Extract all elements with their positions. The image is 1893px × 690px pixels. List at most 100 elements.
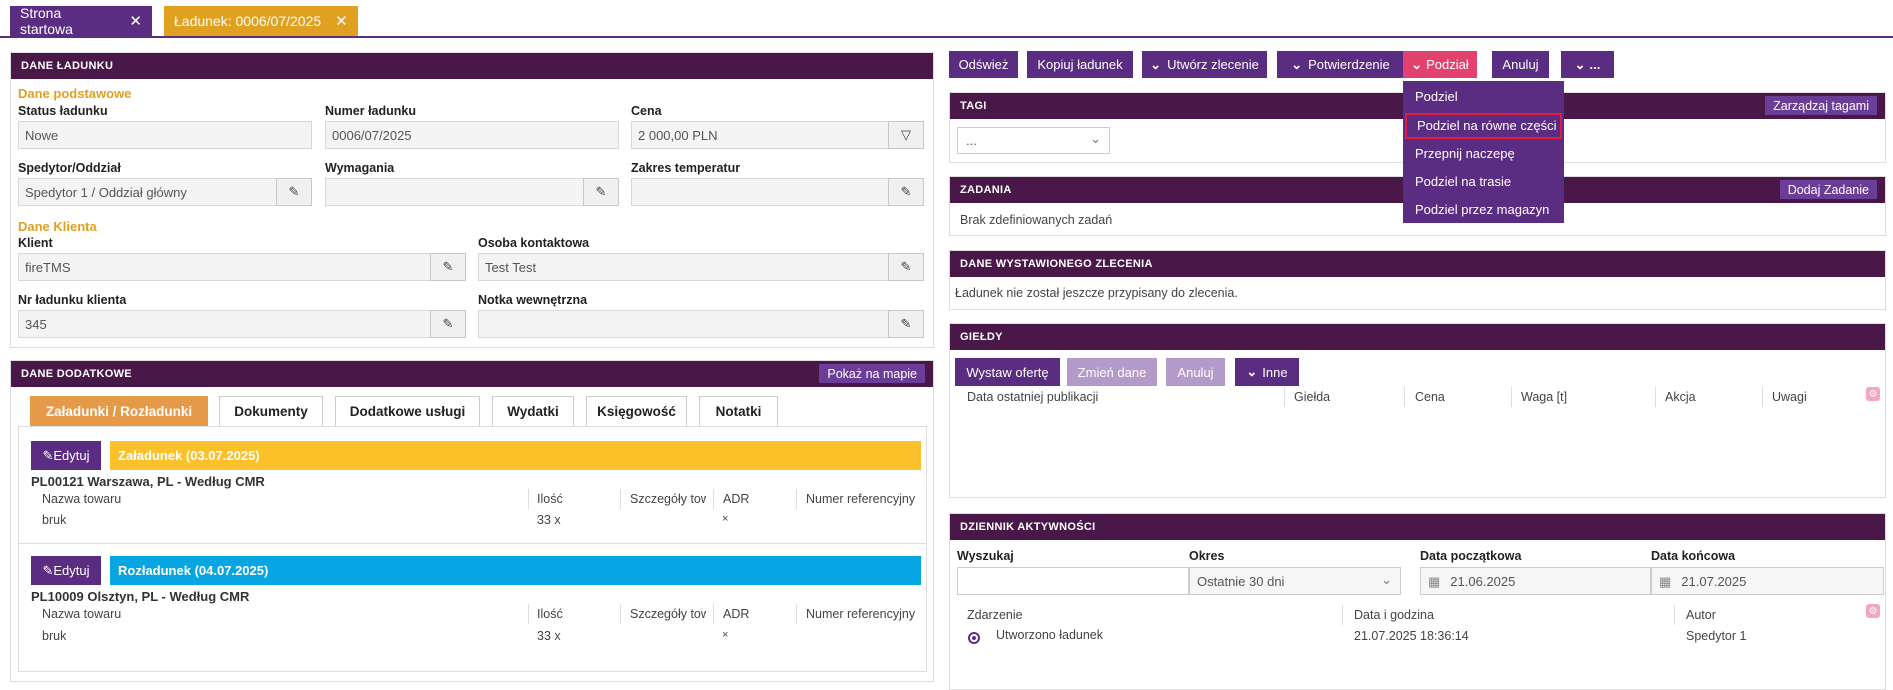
edit-unloading-button[interactable]: ✎ Edytuj [31, 556, 101, 585]
col-ref: Numer referencyjny [806, 492, 916, 506]
post-offer-button[interactable]: Wystaw ofertę [955, 358, 1060, 386]
divider [528, 489, 529, 509]
tab-services[interactable]: Dodatkowe usługi [335, 396, 480, 427]
divider [713, 604, 714, 624]
tab-load[interactable]: Ładunek: 0006/07/2025 ✕ [164, 6, 358, 36]
confirmation-button[interactable]: ⌄ Potwierdzenie [1277, 51, 1404, 78]
activity-panel: DZIENNIK AKTYWNOŚCI [949, 513, 1886, 690]
end-date-value: 21.07.2025 [1681, 574, 1747, 589]
client-number-field[interactable]: 345 [18, 310, 431, 338]
divider [796, 604, 797, 624]
edit-icon[interactable]: ✎ [430, 310, 466, 338]
menu-item-reattach-trailer[interactable]: Przepnij naczepę [1403, 141, 1564, 167]
divider [528, 604, 529, 624]
chevron-down-icon: ⌄ [1411, 56, 1423, 72]
end-date-field[interactable]: ▦ 21.07.2025 [1651, 567, 1884, 595]
edit-icon[interactable]: ✎ [430, 253, 466, 281]
tab-accounting[interactable]: Księgowość [586, 396, 687, 427]
tags-select-value: ... [966, 133, 977, 148]
add-task-button[interactable]: Dodaj Zadanie [1779, 180, 1877, 199]
temperature-label: Zakres temperatur [631, 161, 741, 175]
requirements-label: Wymagania [325, 161, 395, 175]
col-action: Akcja [1665, 390, 1696, 404]
client-field[interactable]: fireTMS [18, 253, 431, 281]
start-date-field[interactable]: ▦ 21.06.2025 [1420, 567, 1651, 595]
split-label: Podział [1426, 57, 1469, 72]
section-basic: Dane podstawowe [18, 86, 132, 101]
requirements-field[interactable] [325, 178, 584, 206]
unloading-item: bruk [42, 629, 67, 643]
contact-label: Osoba kontaktowa [478, 236, 590, 250]
edit-loading-button[interactable]: ✎ Edytuj [31, 441, 101, 470]
section-client: Dane Klienta [18, 219, 97, 234]
more-button[interactable]: ⌄... [1561, 51, 1614, 78]
loading-address: PL00121 Warszawa, PL - Według CMR [31, 474, 265, 489]
gear-icon[interactable]: ⚙ [1866, 387, 1880, 401]
close-icon[interactable]: ✕ [335, 12, 348, 30]
exchange-cancel-button[interactable]: Anuluj [1166, 358, 1225, 386]
tab-home[interactable]: Strona startowa ✕ [10, 5, 152, 37]
cancel-button[interactable]: Anuluj [1492, 51, 1549, 78]
edit-icon[interactable]: ✎ [276, 178, 312, 206]
spedytor-field[interactable]: Spedytor 1 / Oddział główny [18, 178, 277, 206]
edit-icon[interactable]: ✎ [583, 178, 619, 206]
manage-tags-button[interactable]: Zarządzaj tagami [1765, 96, 1877, 115]
price-label: Cena [631, 104, 662, 118]
number-label: Numer ładunku [325, 104, 416, 118]
gear-icon[interactable]: ⚙ [1866, 604, 1880, 618]
contact-field[interactable]: Test Test [478, 253, 889, 281]
other-button[interactable]: ⌄ Inne [1235, 358, 1299, 386]
divider [1404, 387, 1405, 407]
panel-title: ZADANIA [960, 184, 1012, 196]
menu-item-split-equal[interactable]: Podziel na równe części [1405, 113, 1562, 139]
note-label: Notka wewnętrzna [478, 293, 588, 307]
number-field[interactable]: 0006/07/2025 [325, 121, 619, 149]
show-map-button[interactable]: Pokaż na mapie [819, 364, 925, 383]
note-field[interactable] [478, 310, 889, 338]
unloading-address: PL10009 Olsztyn, PL - Według CMR [31, 589, 250, 604]
tab-home-label: Strona startowa [20, 5, 73, 37]
close-icon[interactable]: ✕ [129, 12, 142, 30]
menu-item-split-route[interactable]: Podziel na trasie [1403, 169, 1564, 195]
edit-icon[interactable]: ✎ [888, 253, 924, 281]
temperature-field[interactable] [631, 178, 889, 206]
create-order-button[interactable]: ⌄ Utwórz zlecenie [1142, 51, 1267, 78]
price-field[interactable]: 2 000,00 PLN [631, 121, 889, 149]
panel-header: DANE DODATKOWE Pokaż na mapie [11, 361, 933, 387]
tab-expenses[interactable]: Wydatki [492, 396, 574, 427]
copy-load-button[interactable]: Kopiuj ładunek [1027, 51, 1133, 78]
calendar-icon: ▦ [1428, 574, 1441, 589]
tab-notes[interactable]: Notatki [699, 396, 778, 427]
loading-qty: 33 x [537, 513, 561, 527]
event-radio-icon [968, 632, 980, 644]
chevron-down-icon: ⌄ [1381, 572, 1392, 587]
split-button[interactable]: ⌄ Podział [1403, 51, 1477, 78]
search-input[interactable] [957, 567, 1189, 595]
menu-item-split[interactable]: Podziel [1403, 84, 1564, 110]
tab-documents[interactable]: Dokumenty [219, 396, 323, 427]
col-datetime: Data i godzina [1354, 608, 1434, 622]
col-qty: Ilość [537, 607, 563, 621]
col-weight: Waga [t] [1521, 390, 1568, 404]
col-goods: Nazwa towaru [42, 607, 122, 621]
tags-select[interactable]: ... ⌄ [957, 127, 1110, 154]
menu-item-split-warehouse[interactable]: Podziel przez magazyn [1403, 197, 1564, 223]
col-event: Zdarzenie [967, 608, 1023, 622]
confirmation-label: Potwierdzenie [1308, 57, 1390, 72]
divider [620, 604, 621, 624]
filter-icon[interactable]: ▽ [888, 121, 924, 149]
period-select[interactable]: Ostatnie 30 dni ⌄ [1189, 567, 1401, 595]
col-ref: Numer referencyjny [806, 607, 916, 621]
edit-icon[interactable]: ✎ [888, 178, 924, 206]
status-field[interactable]: Nowe [18, 121, 312, 149]
edit-icon[interactable]: ✎ [888, 310, 924, 338]
start-date-value: 21.06.2025 [1450, 574, 1516, 589]
edit-label: Edytuj [53, 448, 90, 463]
order-text: Ładunek nie został jeszcze przypisany do… [955, 286, 1238, 300]
top-tab-bar: Strona startowa ✕ Ładunek: 0006/07/2025 ✕ [0, 0, 1893, 38]
tab-loading-unloading[interactable]: Załadunki / Rozładunki [30, 396, 208, 427]
divider [1342, 605, 1343, 625]
change-data-button[interactable]: Zmień dane [1067, 358, 1157, 386]
panel-header: GIEŁDY [950, 324, 1885, 350]
refresh-button[interactable]: Odśwież [949, 51, 1018, 78]
